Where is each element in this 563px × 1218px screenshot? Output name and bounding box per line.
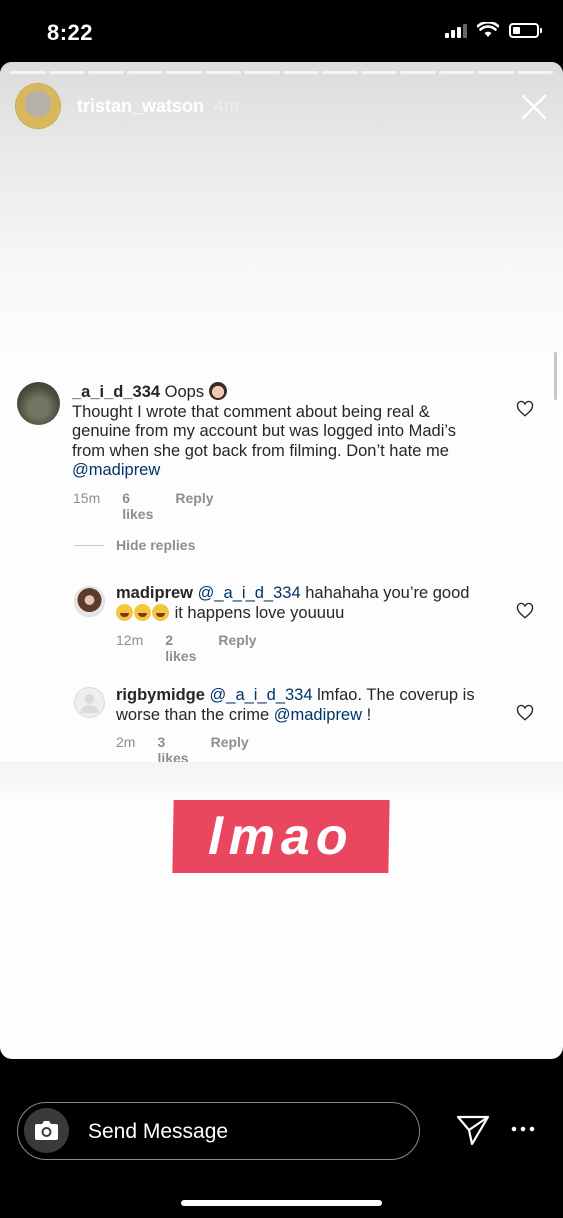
hide-replies-line [74, 544, 104, 546]
screenshot-edge [0, 762, 563, 802]
mention-link[interactable]: @madiprew [274, 706, 362, 724]
default-user-icon [80, 694, 99, 713]
comment-text: madiprew @_a_i_d_334 hahahaha you’re goo… [116, 584, 516, 623]
lmao-sticker[interactable]: lmao [172, 800, 390, 873]
avatar[interactable] [17, 382, 60, 425]
mention-link[interactable]: @_a_i_d_334 [198, 584, 301, 602]
progress-segment [322, 71, 358, 74]
camera-button[interactable] [24, 1108, 69, 1153]
close-icon[interactable] [521, 94, 547, 120]
comment-text: rigbymidge @_a_i_d_334 lmfao. The coveru… [116, 686, 516, 725]
sticker-text: lmao [207, 807, 355, 866]
comment-meta: 12m 2 likes Reply [116, 632, 279, 664]
comment-line: ! [366, 705, 372, 724]
laughing-emoji-icon [134, 603, 151, 621]
direct-message-icon[interactable] [456, 1114, 490, 1146]
more-options-icon[interactable] [511, 1124, 535, 1134]
heart-icon[interactable] [516, 400, 534, 418]
comment-line: hahahaha you’re good [305, 584, 470, 602]
hide-replies-label: Hide replies [116, 537, 196, 553]
comment-lead: Oops [164, 383, 205, 401]
story-card[interactable]: tristan_watson 4m _a_i_d_334 Oops Though… [0, 62, 563, 1059]
comment-line: from when she got back from filming. Don… [72, 441, 449, 460]
heart-icon[interactable] [516, 602, 534, 620]
send-message-placeholder: Send Message [88, 1120, 229, 1143]
mention-link[interactable]: @_a_i_d_334 [210, 686, 313, 704]
progress-segment [127, 71, 163, 74]
comment-time: 15m [73, 490, 101, 506]
camera-icon [35, 1121, 58, 1140]
cellular-signal-icon [445, 22, 467, 38]
progress-segment [166, 71, 202, 74]
status-bar: 8:22 [0, 0, 563, 60]
comment-meta: 15m 6 likes Reply [73, 490, 236, 522]
comment-likes[interactable]: 2 likes [165, 632, 196, 664]
scrollbar[interactable] [554, 352, 557, 400]
comment-line: worse than the crime [116, 705, 270, 724]
send-message-input[interactable]: Send Message [17, 1102, 420, 1160]
progress-segment [283, 71, 319, 74]
heart-icon[interactable] [516, 704, 534, 722]
home-indicator[interactable] [181, 1200, 382, 1206]
story-avatar[interactable] [16, 84, 60, 128]
comment-text: _a_i_d_334 Oops Thought I wrote that com… [72, 382, 522, 481]
comment-line: genuine from my account but was logged i… [72, 422, 456, 440]
woman-facepalm-emoji-icon [208, 382, 227, 400]
comment-likes[interactable]: 6 likes [122, 490, 153, 522]
wifi-icon [477, 22, 499, 37]
comment-line: lmfao. The coverup is [317, 686, 475, 704]
reply-button[interactable]: Reply [218, 632, 256, 664]
comment-time: 12m [116, 632, 144, 648]
avatar[interactable] [74, 687, 105, 718]
story-header: tristan_watson 4m [16, 84, 239, 128]
reply-button[interactable]: Reply [175, 490, 213, 522]
status-time: 8:22 [47, 20, 94, 45]
mention-link[interactable]: @madiprew [72, 461, 160, 479]
story-progress-bar [10, 71, 553, 74]
status-icons [445, 22, 542, 38]
progress-segment [88, 71, 124, 74]
battery-icon [509, 22, 542, 38]
progress-segment [10, 71, 46, 74]
laughing-emoji-icon [152, 603, 169, 621]
progress-segment [439, 71, 475, 74]
comment-username[interactable]: _a_i_d_334 [72, 383, 160, 401]
hide-replies-button[interactable]: Hide replies [74, 537, 195, 553]
progress-segment [478, 71, 514, 74]
story-username[interactable]: tristan_watson [77, 96, 204, 117]
comment-username[interactable]: rigbymidge [116, 686, 205, 704]
progress-segment [361, 71, 397, 74]
comment-username[interactable]: madiprew [116, 584, 193, 602]
progress-segment [49, 71, 85, 74]
laughing-emoji-icon [116, 603, 133, 621]
progress-segment [244, 71, 280, 74]
comment-line: it happens love youuuu [174, 603, 345, 622]
story-age: 4m [214, 95, 240, 116]
progress-segment [205, 71, 241, 74]
progress-segment [517, 71, 553, 74]
avatar[interactable] [74, 586, 105, 617]
comment-line: Thought I wrote that comment about being… [72, 402, 430, 421]
progress-segment [400, 71, 436, 74]
